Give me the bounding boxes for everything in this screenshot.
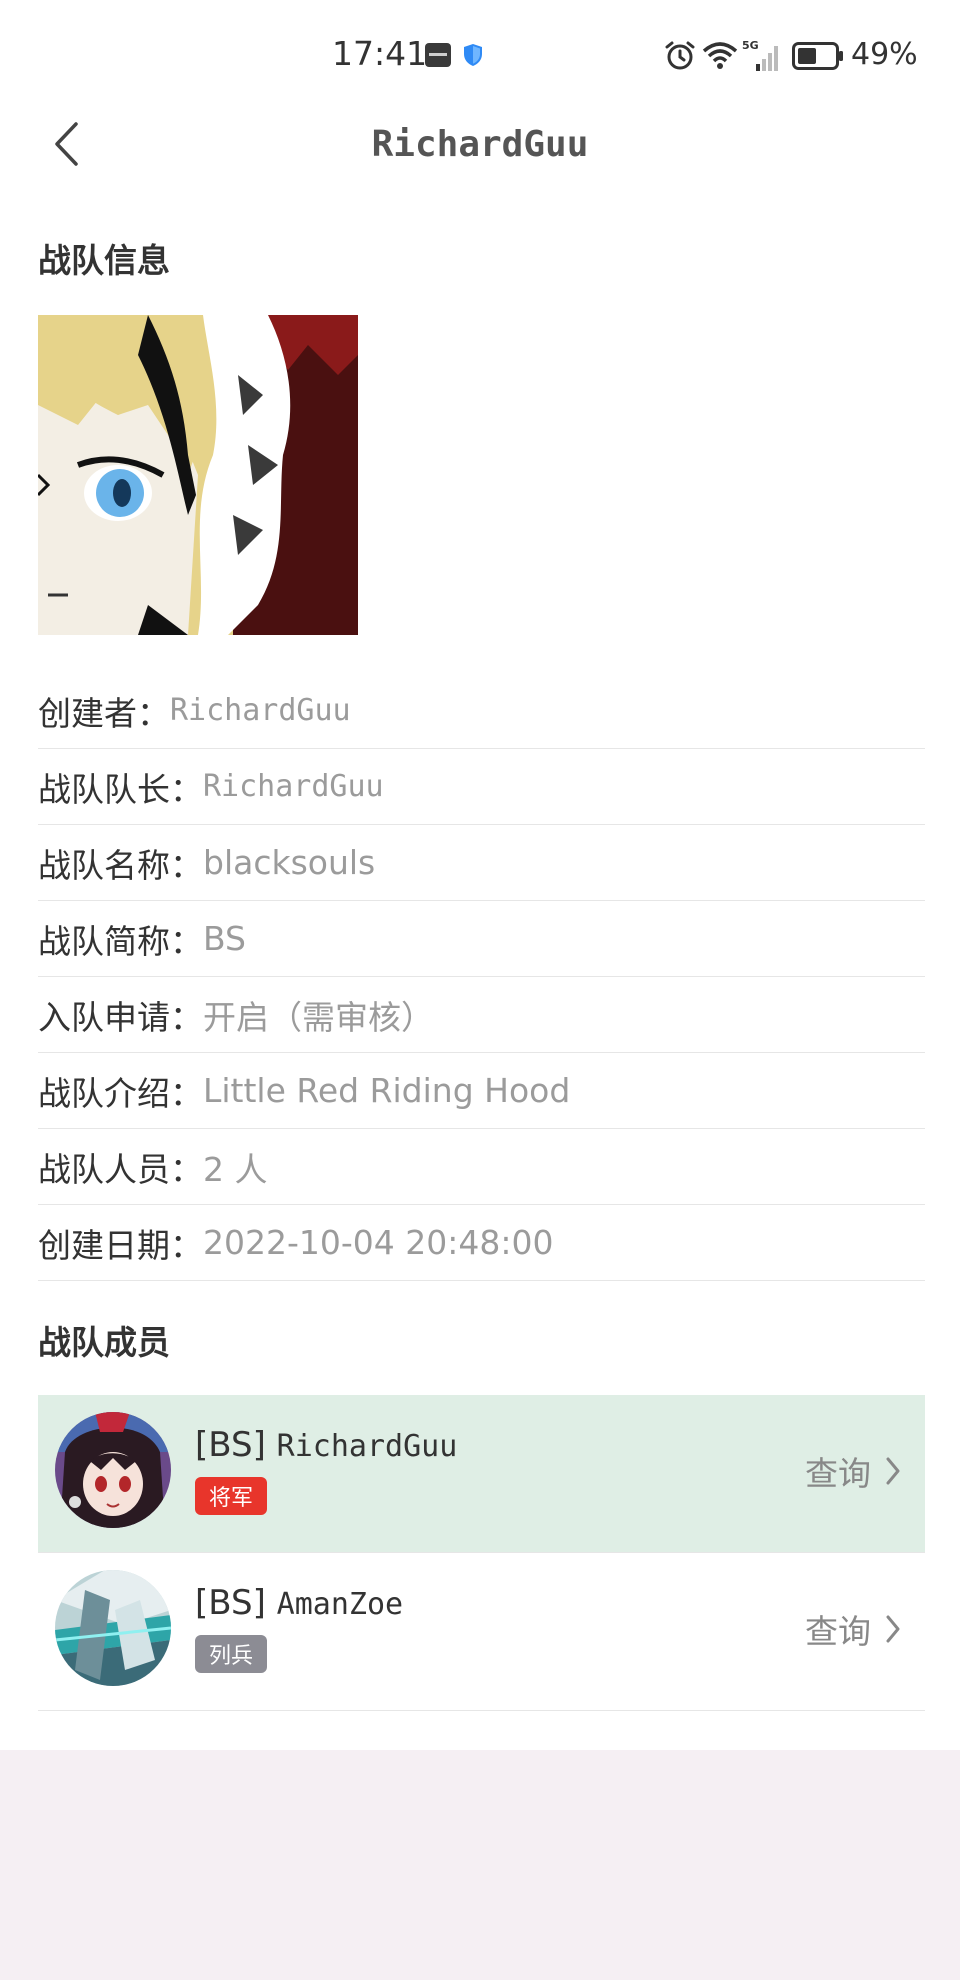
header: RichardGuu bbox=[0, 112, 960, 232]
info-row-join-application: 入队申请： 开启（需审核） bbox=[38, 977, 925, 1053]
rank-badge: 将军 bbox=[195, 1477, 268, 1515]
info-label: 战队队长： bbox=[38, 769, 203, 809]
info-value: 开启（需审核） bbox=[203, 997, 434, 1037]
member-row[interactable]: [BS] AmanZoe 列兵 查询 bbox=[38, 1553, 925, 1711]
query-label: 查询 bbox=[805, 1612, 871, 1651]
member-row[interactable]: [BS] RichardGuu 将军 查询 bbox=[38, 1395, 925, 1553]
member-team-tag: [BS] bbox=[195, 1425, 266, 1465]
info-row-creator: 创建者： RichardGuu bbox=[38, 673, 925, 749]
status-time: 17:41 bbox=[332, 34, 428, 73]
info-label: 战队简称： bbox=[38, 921, 203, 961]
page-title: RichardGuu bbox=[371, 124, 589, 165]
query-button[interactable]: 查询 bbox=[805, 1605, 901, 1653]
info-value: RichardGuu bbox=[170, 693, 351, 728]
info-label: 创建日期： bbox=[38, 1225, 203, 1265]
svg-text:5G: 5G bbox=[742, 39, 759, 52]
info-value: 2022-10-04 20:48:00 bbox=[203, 1223, 554, 1262]
alarm-icon bbox=[665, 41, 695, 70]
battery-percentage: 49% bbox=[851, 37, 918, 72]
info-value: BS bbox=[203, 919, 247, 958]
info-row-member-count: 战队人员： 2 人 bbox=[38, 1129, 925, 1205]
info-label: 入队申请： bbox=[38, 997, 203, 1037]
team-avatar-image[interactable] bbox=[38, 315, 358, 635]
info-value: blacksouls bbox=[203, 843, 376, 882]
info-value: 2 人 bbox=[203, 1149, 268, 1189]
member-team-tag: [BS] bbox=[195, 1583, 266, 1623]
team-info-list: 创建者： RichardGuu 战队队长： RichardGuu 战队名称： b… bbox=[38, 673, 925, 1281]
rank-badge: 列兵 bbox=[195, 1635, 268, 1673]
info-label: 创建者： bbox=[38, 693, 170, 733]
info-label: 战队人员： bbox=[38, 1149, 203, 1189]
info-row-captain: 战队队长： RichardGuu bbox=[38, 749, 925, 825]
member-nickname: AmanZoe bbox=[276, 1587, 404, 1622]
info-row-created-date: 创建日期： 2022-10-04 20:48:00 bbox=[38, 1205, 925, 1281]
avatar bbox=[55, 1412, 171, 1528]
chevron-right-icon bbox=[886, 1457, 900, 1485]
team-members-title: 战队成员 bbox=[38, 1323, 170, 1362]
info-label: 战队名称： bbox=[38, 845, 203, 885]
query-button[interactable]: 查询 bbox=[805, 1447, 901, 1495]
info-value: RichardGuu bbox=[203, 769, 384, 804]
wifi-icon bbox=[702, 42, 738, 69]
info-row-team-name: 战队名称： blacksouls bbox=[38, 825, 925, 901]
info-label: 战队介绍： bbox=[38, 1073, 203, 1113]
info-value: Little Red Riding Hood bbox=[203, 1071, 571, 1110]
member-name: [BS] RichardGuu bbox=[195, 1425, 457, 1465]
app-notification-icon bbox=[425, 43, 451, 67]
status-bar: 17:41 5G 49% bbox=[0, 0, 960, 112]
member-nickname: RichardGuu bbox=[276, 1429, 458, 1464]
page: 17:41 5G 49% RichardGuu 战队信息 创建者： Richar… bbox=[0, 0, 960, 1750]
info-row-team-short-name: 战队简称： BS bbox=[38, 901, 925, 977]
query-label: 查询 bbox=[805, 1454, 871, 1493]
shield-icon bbox=[464, 44, 482, 66]
team-info-title: 战队信息 bbox=[38, 241, 170, 280]
member-list: [BS] RichardGuu 将军 查询 [BS] AmanZoe 列兵 查询 bbox=[38, 1395, 925, 1711]
member-name: [BS] AmanZoe bbox=[195, 1583, 403, 1623]
chevron-right-icon bbox=[886, 1615, 900, 1643]
avatar bbox=[55, 1570, 171, 1686]
signal-5g-icon: 5G bbox=[742, 39, 778, 71]
info-row-introduction: 战队介绍： Little Red Riding Hood bbox=[38, 1053, 925, 1129]
battery-icon bbox=[792, 42, 843, 70]
